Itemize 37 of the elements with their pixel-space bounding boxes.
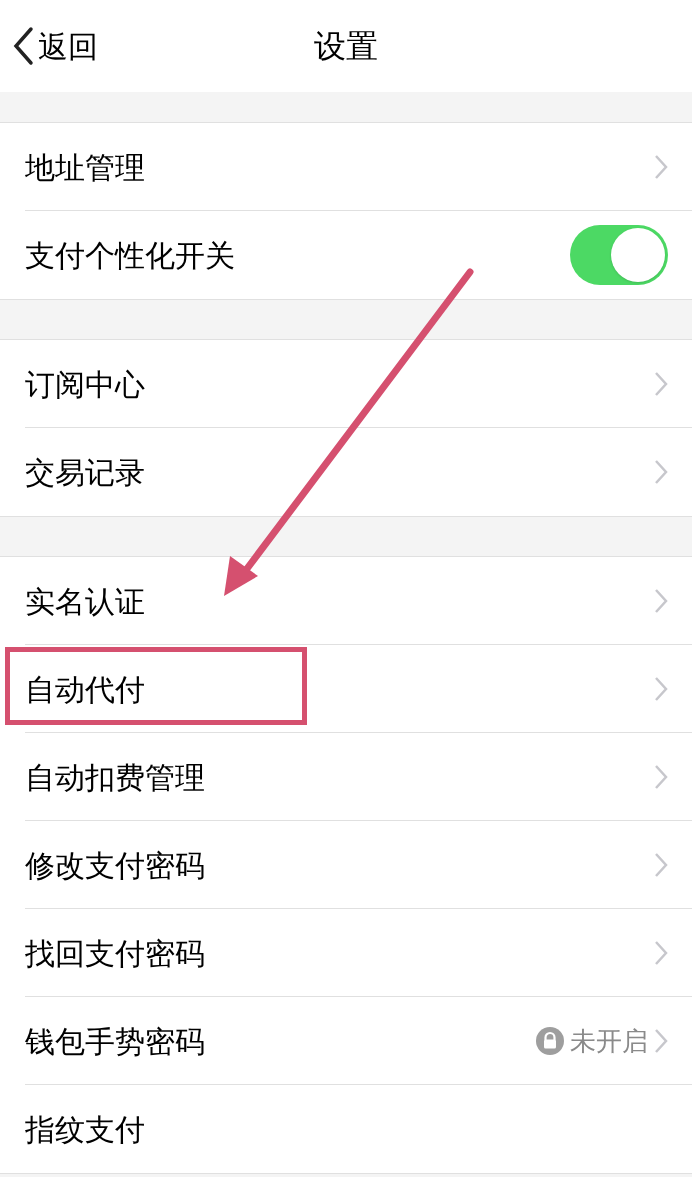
chevron-icon xyxy=(654,1028,668,1054)
row-label: 自动代付 xyxy=(25,670,145,709)
settings-row[interactable]: 钱包手势密码 未开启 xyxy=(0,997,692,1085)
toggle-switch[interactable] xyxy=(570,225,668,285)
settings-row[interactable]: 实名认证 xyxy=(0,557,692,645)
chevron-icon xyxy=(654,588,668,614)
chevron-icon xyxy=(654,764,668,790)
row-label: 交易记录 xyxy=(25,453,145,492)
row-label: 指纹支付 xyxy=(25,1110,145,1149)
settings-row[interactable]: 指纹支付 xyxy=(0,1085,692,1173)
chevron-icon xyxy=(654,940,668,966)
back-icon xyxy=(12,26,34,66)
row-label: 订阅中心 xyxy=(25,365,145,404)
settings-row[interactable]: 支付个性化开关 xyxy=(0,211,692,299)
chevron-icon xyxy=(654,371,668,397)
lock-icon xyxy=(536,1027,564,1055)
chevron-icon xyxy=(654,852,668,878)
row-label: 钱包手势密码 xyxy=(25,1022,205,1061)
settings-row[interactable]: 自动扣费管理 xyxy=(0,733,692,821)
status-text: 未开启 xyxy=(570,1024,648,1058)
settings-row[interactable]: 订阅中心 xyxy=(0,340,692,428)
settings-row[interactable]: 找回支付密码 xyxy=(0,909,692,997)
settings-row[interactable]: 修改支付密码 xyxy=(0,821,692,909)
row-label: 修改支付密码 xyxy=(25,846,205,885)
row-label: 支付个性化开关 xyxy=(25,236,235,275)
row-label: 地址管理 xyxy=(25,148,145,187)
settings-row[interactable]: 交易记录 xyxy=(0,428,692,516)
row-label: 自动扣费管理 xyxy=(25,758,205,797)
page-title: 设置 xyxy=(314,26,378,67)
settings-row[interactable]: 地址管理 xyxy=(0,123,692,211)
back-button[interactable]: 返回 xyxy=(0,23,98,69)
row-label: 实名认证 xyxy=(25,582,145,621)
settings-row[interactable]: 自动代付 xyxy=(0,645,692,733)
chevron-icon xyxy=(654,676,668,702)
chevron-icon xyxy=(654,154,668,180)
chevron-icon xyxy=(654,459,668,485)
row-label: 找回支付密码 xyxy=(25,934,205,973)
